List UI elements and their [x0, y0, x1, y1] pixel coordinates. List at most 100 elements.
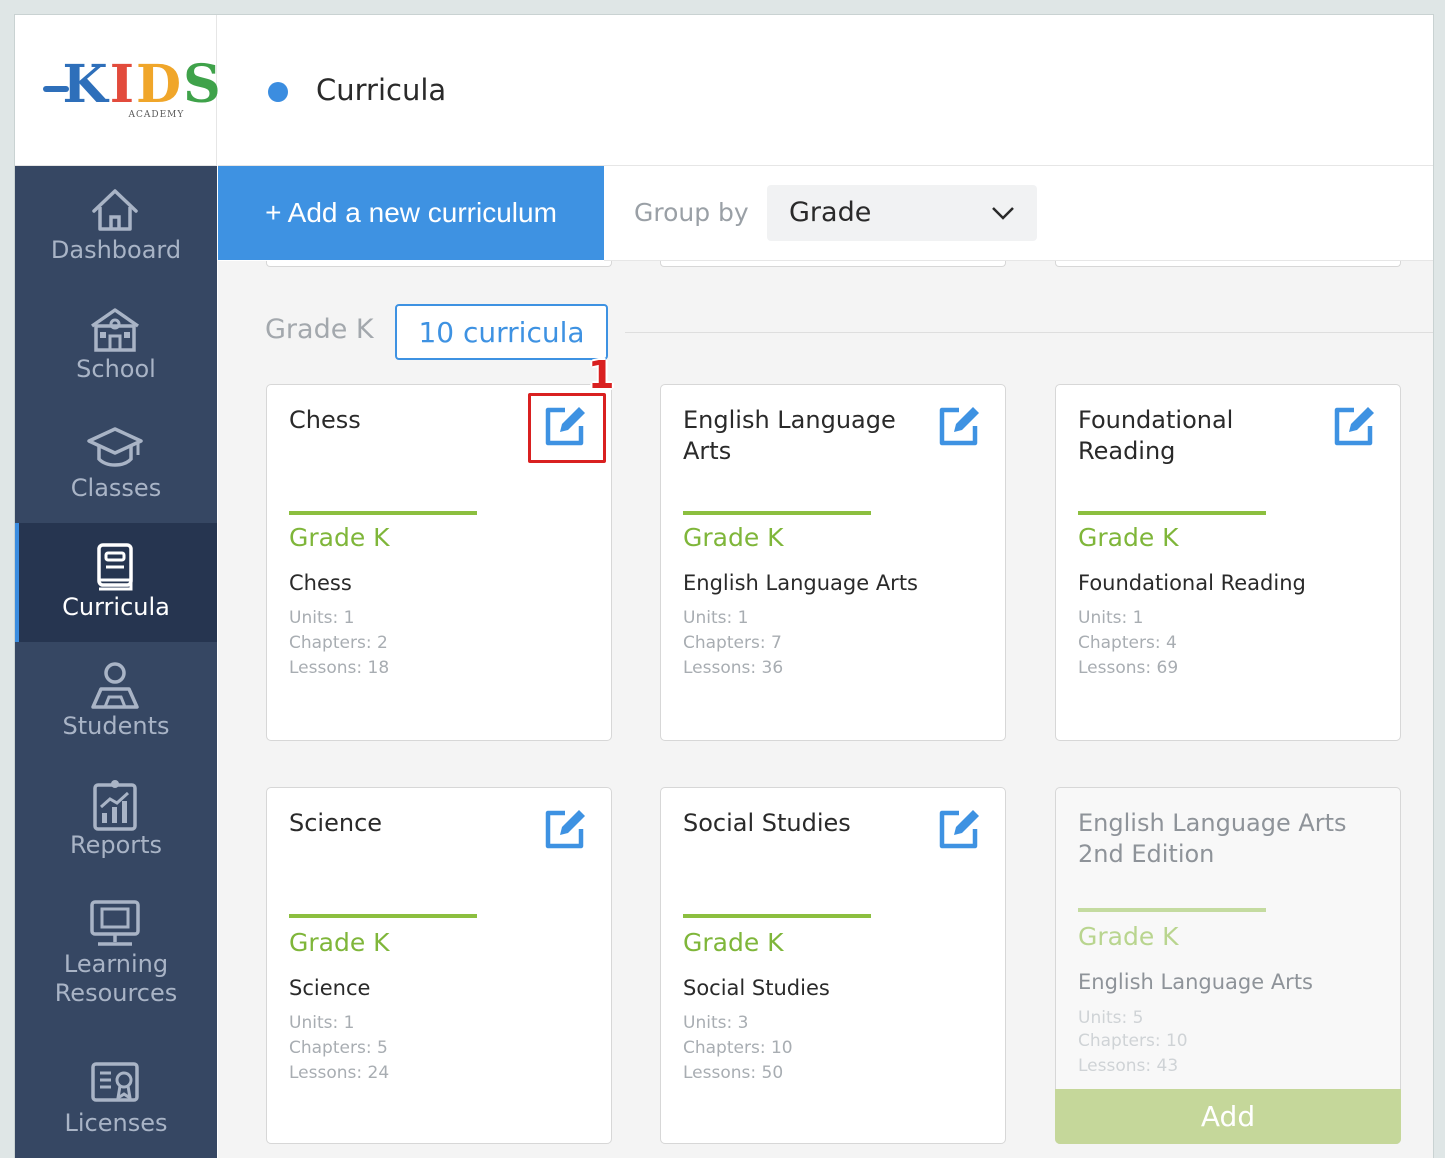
card-units: Units: 1	[683, 608, 749, 628]
add-curriculum-card-button[interactable]: Add	[1055, 1089, 1401, 1144]
graduation-cap-icon	[85, 422, 145, 474]
card-grade: Grade K	[289, 928, 390, 957]
annotation-highlight-box	[528, 393, 606, 463]
page-title: Curricula	[316, 73, 447, 107]
previous-card-stub	[1055, 261, 1401, 267]
card-lessons: Lessons: 69	[1078, 658, 1179, 678]
card-subject: English Language Arts	[683, 571, 918, 595]
card-divider	[683, 914, 871, 918]
card-chapters: Chapters: 7	[683, 633, 782, 653]
card-subject: Science	[289, 976, 371, 1000]
curricula-count-badge[interactable]: 10 curricula	[395, 304, 608, 360]
school-icon	[85, 303, 145, 355]
home-icon	[85, 184, 145, 236]
card-chapters: Chapters: 10	[1078, 1031, 1188, 1051]
curriculum-card[interactable]: Foundational Reading Grade K Foundationa…	[1055, 384, 1401, 741]
card-subject: Social Studies	[683, 976, 830, 1000]
breadcrumb-dot	[268, 82, 288, 102]
card-subject: Foundational Reading	[1078, 571, 1306, 595]
card-grade: Grade K	[1078, 523, 1179, 552]
sidebar-item-learning-resources[interactable]: Learning Resources	[15, 880, 217, 1030]
toolbar-divider	[604, 260, 1433, 261]
sidebar-item-students[interactable]: Students	[15, 642, 217, 761]
sidebar-item-label: School	[76, 355, 156, 383]
card-lessons: Lessons: 43	[1078, 1056, 1179, 1076]
sidebar-item-school[interactable]: School	[15, 285, 217, 404]
student-icon	[85, 660, 145, 712]
edit-icon[interactable]	[541, 804, 591, 852]
card-units: Units: 1	[1078, 608, 1144, 628]
card-title: Science	[289, 809, 383, 837]
certificate-icon	[85, 1057, 145, 1109]
previous-card-stub	[660, 261, 1006, 267]
card-lessons: Lessons: 36	[683, 658, 784, 678]
sidebar-item-label-line1: Learning	[63, 950, 169, 978]
sidebar-item-dashboard[interactable]: Dashboard	[15, 166, 217, 285]
card-title: Foundational Reading	[1078, 406, 1234, 465]
card-divider	[1078, 908, 1266, 912]
logo-wordmark: KIDS	[62, 54, 223, 115]
report-chart-icon	[85, 779, 145, 831]
sidebar-item-label: Licenses	[64, 1109, 168, 1137]
app-window: KIDS ACADEMY Curricula Dashboard School …	[15, 15, 1433, 1158]
edit-icon[interactable]	[935, 401, 985, 449]
card-divider	[683, 511, 871, 515]
card-title: English Language Arts 2nd Edition	[1078, 809, 1347, 868]
monitor-icon	[85, 898, 145, 950]
group-by-value: Grade	[789, 197, 872, 228]
sidebar-item-label: Curricula	[62, 593, 170, 621]
card-lessons: Lessons: 24	[289, 1063, 390, 1083]
curriculum-card[interactable]: Social Studies Grade K Social Studies Un…	[660, 787, 1006, 1144]
sidebar-item-curricula[interactable]: Curricula	[15, 523, 217, 642]
add-curriculum-button[interactable]: + Add a new curriculum	[218, 166, 604, 260]
card-grade: Grade K	[683, 928, 784, 957]
card-lessons: Lessons: 18	[289, 658, 390, 678]
card-chapters: Chapters: 4	[1078, 633, 1177, 653]
group-by-label: Group by	[634, 198, 749, 227]
card-subject: Chess	[289, 571, 352, 595]
sidebar-item-label: Classes	[70, 474, 162, 502]
edit-icon[interactable]	[1330, 401, 1380, 449]
card-grade: Grade K	[683, 523, 784, 552]
card-title: English Language Arts	[683, 406, 896, 465]
card-divider	[289, 914, 477, 918]
curriculum-card-available: English Language Arts 2nd Edition Grade …	[1055, 787, 1401, 1144]
sidebar-item-label: Students	[62, 712, 170, 740]
card-divider	[1078, 511, 1266, 515]
sidebar-item-classes[interactable]: Classes	[15, 404, 217, 523]
sidebar-item-reports[interactable]: Reports	[15, 761, 217, 880]
card-chapters: Chapters: 10	[683, 1038, 793, 1058]
kids-academy-logo: KIDS ACADEMY	[41, 50, 221, 130]
card-subject: English Language Arts	[1078, 970, 1313, 994]
sidebar-item-label: Dashboard	[50, 236, 182, 264]
logo-subtitle: ACADEMY	[128, 110, 185, 120]
chevron-down-icon	[991, 205, 1015, 225]
annotation-step-number: 1	[588, 353, 615, 397]
edit-icon[interactable]	[935, 804, 985, 852]
logo-area[interactable]: KIDS ACADEMY	[15, 15, 221, 166]
card-chapters: Chapters: 2	[289, 633, 388, 653]
card-lessons: Lessons: 50	[683, 1063, 784, 1083]
card-grade: Grade K	[1078, 922, 1179, 951]
card-units: Units: 5	[1078, 1008, 1144, 1028]
card-title: Chess	[289, 406, 361, 434]
curriculum-card[interactable]: English Language Arts Grade K English La…	[660, 384, 1006, 741]
previous-card-stub	[266, 261, 612, 267]
card-units: Units: 1	[289, 608, 355, 628]
group-heading: Grade K	[265, 314, 374, 345]
sidebar-item-label-line2: Resources	[54, 979, 178, 1007]
page-header: Curricula	[218, 15, 1433, 166]
sidebar-item-licenses[interactable]: Licenses	[15, 1039, 217, 1158]
curriculum-card[interactable]: Science Grade K Science Units: 1 Chapter…	[266, 787, 612, 1144]
sidebar: Dashboard School Classes Curricula Stude…	[15, 166, 217, 1158]
card-units: Units: 3	[683, 1013, 749, 1033]
card-grade: Grade K	[289, 523, 390, 552]
card-units: Units: 1	[289, 1013, 355, 1033]
sidebar-item-label: Reports	[69, 831, 163, 859]
card-title: Social Studies	[683, 809, 851, 837]
group-divider	[625, 332, 1433, 333]
card-divider	[289, 511, 477, 515]
book-icon	[85, 541, 145, 593]
card-chapters: Chapters: 5	[289, 1038, 388, 1058]
group-by-select[interactable]: Grade	[767, 185, 1037, 241]
